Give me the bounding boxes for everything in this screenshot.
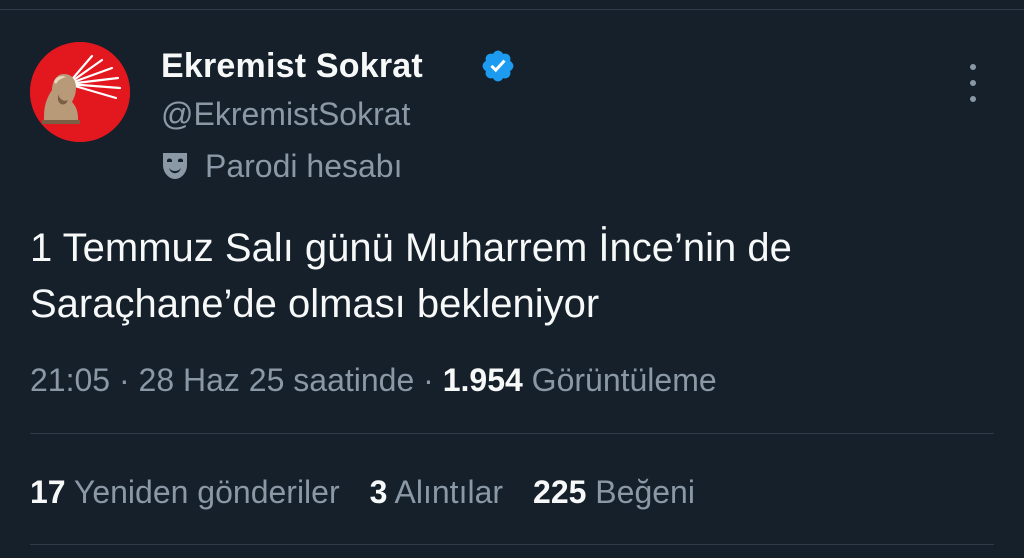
tweet-text: 1 Temmuz Salı günü Muharrem İnce’nin de … xyxy=(30,226,792,326)
meta-separator: · xyxy=(423,362,434,398)
reposts-stat[interactable]: 17 Yeniden gönderiler xyxy=(30,470,340,514)
quotes-stat[interactable]: 3 Alıntılar xyxy=(370,470,503,514)
avatar[interactable] xyxy=(30,42,130,142)
verified-badge-icon[interactable] xyxy=(480,48,516,84)
meta-separator: · xyxy=(118,362,130,398)
handle[interactable]: @EkremistSokrat xyxy=(161,93,410,135)
tweet-time[interactable]: 21:05 xyxy=(30,362,110,398)
reposts-label: Yeniden gönderiler xyxy=(73,474,340,510)
likes-label: Beğeni xyxy=(595,474,695,510)
top-divider xyxy=(0,9,1024,10)
more-dot xyxy=(970,64,976,70)
parody-label: Parodi hesabı xyxy=(205,148,403,184)
display-name[interactable]: Ekremist Sokrat xyxy=(161,44,423,88)
quotes-count: 3 xyxy=(369,474,388,510)
likes-stat[interactable]: 225 Beğeni xyxy=(533,470,695,514)
engagement-stats: 17 Yeniden gönderiler 3 Alıntılar 225 Be… xyxy=(30,470,725,514)
divider xyxy=(30,544,994,545)
more-dot xyxy=(970,96,976,102)
tweet-meta: 21:05 · 28 Haz 25 saatinde · 1.954 Görün… xyxy=(30,358,717,402)
quotes-label: Alıntılar xyxy=(394,474,504,510)
avatar-image xyxy=(30,42,130,142)
views-count: 1.954 xyxy=(442,362,523,398)
reposts-count: 17 xyxy=(30,474,66,510)
tweet-date[interactable]: 28 Haz 25 saatinde xyxy=(139,362,415,398)
divider xyxy=(30,433,994,434)
likes-count: 225 xyxy=(533,474,587,510)
theater-mask-icon xyxy=(163,153,187,179)
more-options-icon[interactable] xyxy=(958,64,988,102)
parody-account-label: Parodi hesabı xyxy=(161,145,402,187)
more-dot xyxy=(970,80,976,86)
views-label: Görüntüleme xyxy=(531,362,717,398)
